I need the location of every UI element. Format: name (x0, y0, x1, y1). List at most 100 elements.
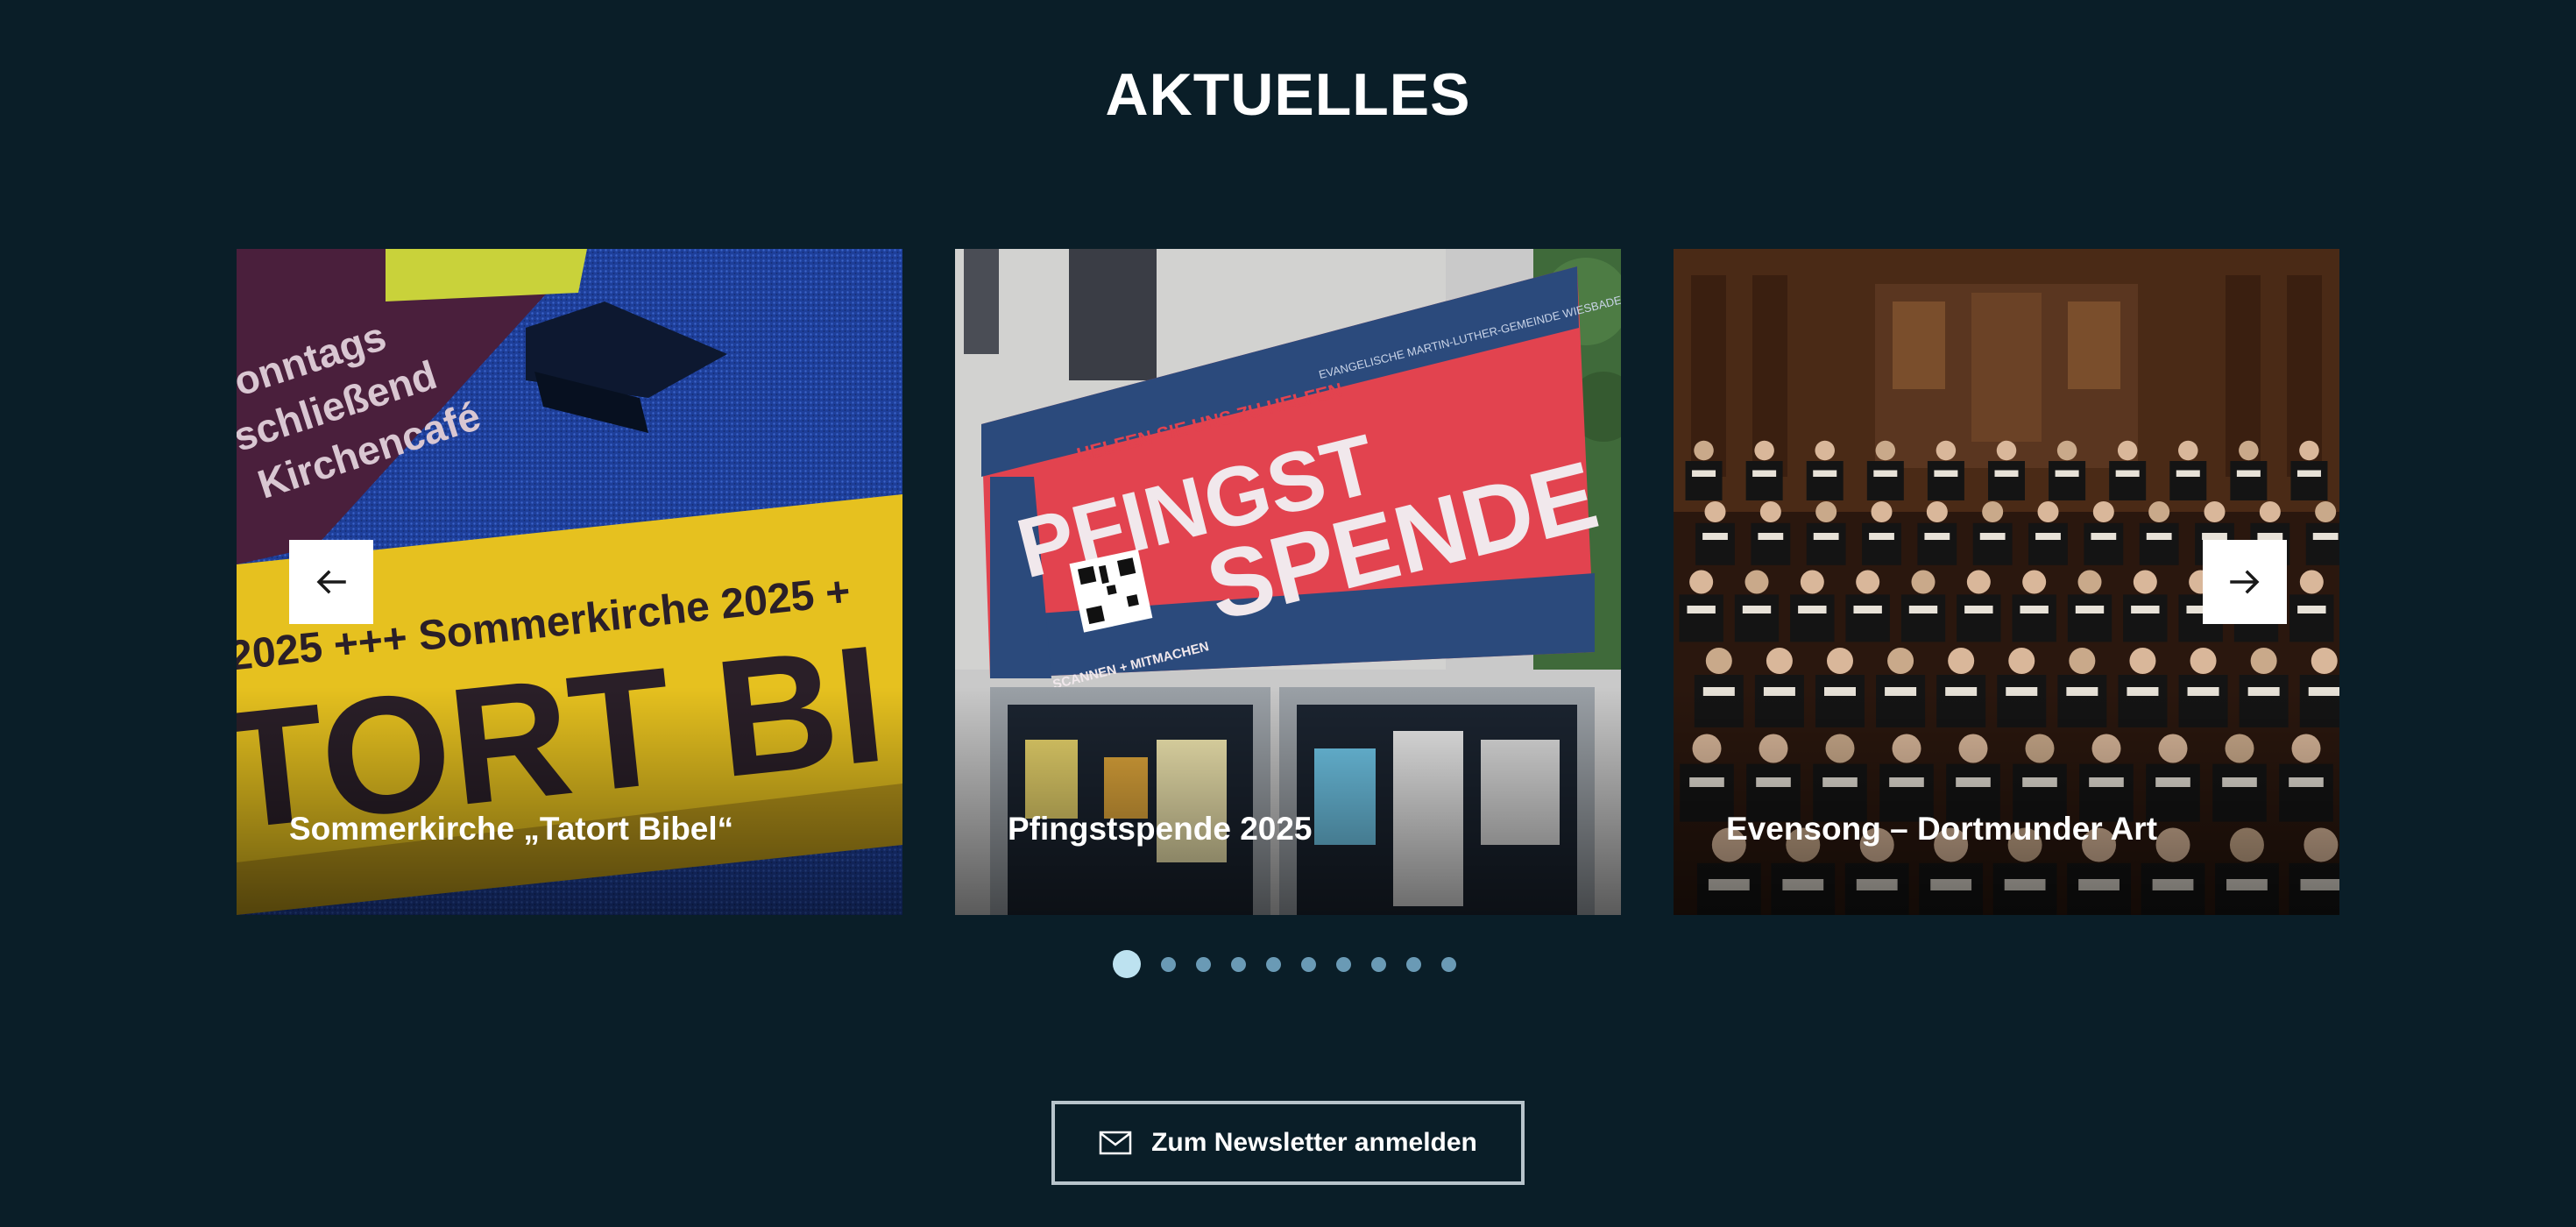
choir-songbook (1979, 533, 2006, 540)
choir-face (1759, 501, 1781, 522)
choir-songbook (2312, 533, 2339, 540)
choir-songbook (2297, 606, 2326, 614)
choir-face (2077, 570, 2102, 594)
choir-face (2133, 570, 2157, 594)
choir-face (2056, 440, 2077, 461)
caption-shade (237, 687, 902, 915)
choir-face (1871, 501, 1893, 522)
pagination-dot[interactable] (1231, 956, 1246, 972)
carousel-pagination (1113, 948, 1456, 980)
choir-figure (2049, 461, 2086, 500)
choir-songbook (1873, 470, 1898, 477)
choir-songbook (1994, 470, 2019, 477)
choir-face (2315, 501, 2337, 522)
news-card-pfingstspende[interactable]: HELFEN SIE UNS ZU HELFEN PFINGST SPENDE … (955, 249, 1621, 915)
choir-songbook (1758, 533, 1784, 540)
choir-figure (1679, 594, 1723, 642)
choir-face (1705, 648, 1732, 674)
choir-figure (1806, 461, 1844, 500)
choir-face (1766, 648, 1793, 674)
choir-face (2204, 501, 2226, 522)
mail-icon (1099, 1131, 1132, 1155)
card-caption[interactable]: Evensong – Dortmunder Art (1726, 810, 2157, 848)
choir-figure (1866, 461, 1904, 500)
newsletter-signup-button[interactable]: Zum Newsletter anmelden (1051, 1101, 1525, 1185)
choir-songbook (2257, 533, 2283, 540)
pagination-dot[interactable] (1196, 956, 1211, 972)
choir-songbook (2055, 470, 2079, 477)
choir-songbook (1752, 470, 1777, 477)
choir-face (1948, 648, 1975, 674)
choir-songbook (2176, 470, 2200, 477)
choir-figure (1751, 522, 1791, 565)
choir-figure (2084, 522, 2124, 565)
choir-figure (1806, 522, 1846, 565)
choir-face (1982, 501, 2004, 522)
choir-face (2092, 501, 2114, 522)
choir-songbook (1869, 533, 1894, 540)
news-carousel[interactable]: onntags schließend Kirchencafé 2025 +++ … (237, 249, 2339, 915)
choir-songbook (1924, 533, 1950, 540)
choir-figure (2123, 594, 2168, 642)
choir-face (2008, 648, 2035, 674)
choir-face (1926, 501, 1948, 522)
choir-songbook (2035, 533, 2061, 540)
choir-songbook (2236, 470, 2261, 477)
pagination-dot[interactable] (1441, 956, 1456, 972)
choir-figure (2139, 522, 2179, 565)
section-title: AKTUELLES (1105, 61, 1471, 128)
pagination-dot[interactable] (1301, 956, 1316, 972)
pagination-dot[interactable] (1161, 956, 1176, 972)
choir-face (2178, 440, 2198, 461)
choir-face (1911, 570, 1936, 594)
choir-face (1827, 648, 1853, 674)
carousel-prev-button[interactable] (289, 540, 373, 624)
choir-figure (2230, 461, 2268, 500)
choir-face (2037, 501, 2059, 522)
choir-face (2069, 648, 2096, 674)
choir-figure (1745, 461, 1783, 500)
choir-figure (1862, 522, 1901, 565)
caption-shade (955, 687, 1621, 915)
pagination-dot[interactable] (1266, 956, 1281, 972)
choir-songbook (1853, 606, 1882, 614)
choir-face (2299, 440, 2319, 461)
choir-face (2129, 648, 2156, 674)
choir-figure (1845, 594, 1890, 642)
choir-figure (2290, 461, 2328, 500)
choir-songbook (2075, 606, 2105, 614)
choir-songbook (1742, 606, 1772, 614)
choir-face (2311, 648, 2338, 674)
pagination-dot[interactable] (1113, 950, 1141, 978)
choir-songbook (2202, 533, 2227, 540)
choir-face (2250, 648, 2277, 674)
choir-face (1966, 570, 1991, 594)
pagination-dot[interactable] (1336, 956, 1351, 972)
choir-face (1800, 570, 1824, 594)
carousel-next-button[interactable] (2203, 540, 2287, 624)
choir-figure (1695, 522, 1735, 565)
card-caption[interactable]: Pfingstspende 2025 (1008, 810, 1313, 848)
choir-songbook (1687, 606, 1716, 614)
choir-figure (2012, 594, 2056, 642)
choir-face (1744, 570, 1769, 594)
arrow-left-icon (316, 570, 346, 594)
choir-songbook (2091, 533, 2117, 540)
choir-face (1815, 440, 1835, 461)
choir-songbook (1813, 533, 1839, 540)
choir-face (1856, 570, 1880, 594)
choir-songbook (2296, 470, 2321, 477)
choir-face (1815, 501, 1837, 522)
choir-figure (1790, 594, 1835, 642)
choir-figure (1972, 522, 2013, 565)
choir-face (2117, 440, 2138, 461)
pagination-dot[interactable] (1406, 956, 1421, 972)
newsletter-signup-label: Zum Newsletter anmelden (1151, 1128, 1477, 1157)
choir-face (1694, 440, 1714, 461)
choir-face (2022, 570, 2047, 594)
choir-figure (1734, 594, 1780, 642)
pagination-dot[interactable] (1371, 956, 1386, 972)
choir-face (2259, 501, 2281, 522)
choir-figure (1927, 461, 1964, 500)
card-caption[interactable]: Sommerkirche „Tatort Bibel“ (289, 810, 733, 848)
